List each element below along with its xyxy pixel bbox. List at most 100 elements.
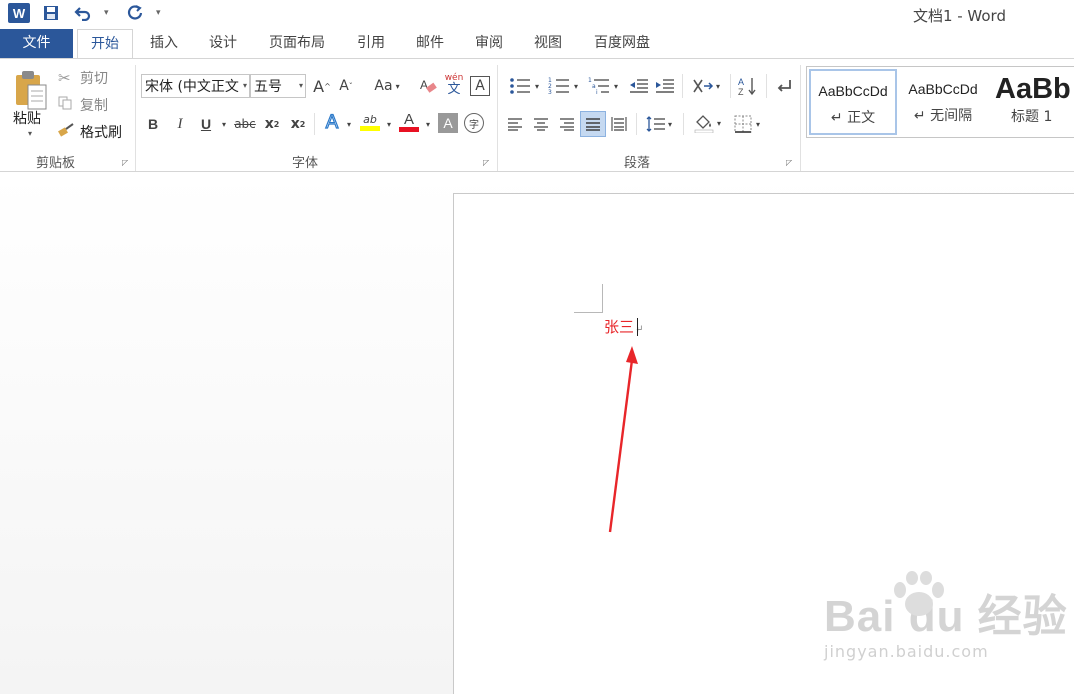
shrink-font-icon[interactable]: Aˇ: [336, 76, 356, 96]
undo-icon[interactable]: [72, 3, 94, 23]
superscript-button[interactable]: x2: [288, 113, 308, 135]
tab-review[interactable]: 审阅: [466, 29, 512, 58]
margin-corner-mark: [574, 312, 603, 313]
multilevel-list-button[interactable]: 1ai ▾: [583, 74, 623, 98]
font-color-bar: [399, 127, 419, 132]
group-divider: [135, 65, 136, 171]
font-name-select[interactable]: 宋体 (中文正文 ▾: [141, 74, 250, 98]
align-center-icon[interactable]: [530, 113, 552, 135]
increase-indent-icon[interactable]: [654, 76, 676, 96]
tab-design[interactable]: 设计: [200, 29, 246, 58]
font-color-icon[interactable]: A: [397, 109, 421, 135]
text-direction-button[interactable]: ▾: [688, 74, 724, 98]
styles-gallery: AaBbCcDd ↵ 正文 AaBbCcDd ↵ 无间隔 AaBb 标题 1: [806, 66, 1074, 138]
sort-icon[interactable]: AZ: [736, 74, 760, 98]
bullets-button[interactable]: ▾: [504, 74, 544, 98]
tab-page-layout[interactable]: 页面布局: [259, 29, 335, 58]
format-painter-icon: [58, 123, 78, 141]
group-divider: [800, 65, 801, 171]
title-bar: W ▾ ▾ 文档1 - Word: [0, 0, 1074, 28]
phonetic-guide-icon[interactable]: wén 文: [443, 72, 465, 98]
save-icon[interactable]: [40, 3, 62, 23]
character-shading-icon[interactable]: A: [438, 113, 458, 133]
paste-dropdown-icon[interactable]: ▾: [28, 129, 32, 138]
highlight-dropdown-icon[interactable]: ▾: [383, 113, 395, 135]
bullets-icon: [510, 78, 530, 94]
subscript-button[interactable]: x2: [262, 113, 282, 135]
align-right-icon[interactable]: [556, 113, 578, 135]
tab-view[interactable]: 视图: [525, 29, 571, 58]
shading-button[interactable]: ▾: [689, 111, 725, 135]
text-cursor: [637, 318, 638, 336]
tab-references[interactable]: 引用: [348, 29, 394, 58]
borders-icon: [734, 115, 752, 133]
divider: [636, 113, 637, 135]
scissors-icon: ✂: [58, 69, 71, 87]
redo-icon[interactable]: [124, 3, 146, 23]
document-text-content[interactable]: 张三: [604, 318, 634, 336]
svg-text:Z: Z: [738, 87, 744, 96]
cut-button[interactable]: ✂ 剪切: [58, 68, 108, 88]
svg-text:A: A: [738, 77, 744, 87]
undo-dropdown-icon[interactable]: ▾: [104, 8, 114, 18]
font-color-label: A: [403, 111, 414, 128]
customize-qat-icon[interactable]: ▾: [156, 8, 166, 18]
highlight-icon[interactable]: ab: [358, 109, 382, 135]
divider: [766, 74, 767, 98]
font-color-dropdown-icon[interactable]: ▾: [422, 113, 434, 135]
copy-icon: [58, 96, 78, 114]
clipboard-group-label: 剪贴板: [36, 156, 76, 171]
paint-bucket-icon: [694, 115, 714, 133]
paragraph-launcher-icon[interactable]: ◸: [786, 158, 792, 167]
clear-formatting-icon[interactable]: A: [418, 76, 438, 96]
justify-icon[interactable]: [580, 111, 606, 137]
enclose-characters-icon[interactable]: 字: [464, 113, 484, 133]
numbering-button[interactable]: 123 ▾: [543, 74, 583, 98]
underline-button[interactable]: U: [196, 113, 216, 135]
tab-file[interactable]: 文件: [0, 29, 73, 58]
paragraph-group-label: 段落: [624, 156, 651, 171]
borders-button[interactable]: ▾: [729, 113, 765, 135]
style-name: 标题 1: [1011, 109, 1053, 125]
font-launcher-icon[interactable]: ◸: [483, 158, 489, 167]
tab-insert[interactable]: 插入: [141, 29, 187, 58]
chevron-down-icon: ▾: [298, 81, 303, 90]
svg-text:i: i: [596, 89, 598, 95]
copy-button[interactable]: 复制: [58, 95, 108, 115]
align-left-icon[interactable]: [504, 113, 526, 135]
italic-button[interactable]: I: [170, 113, 190, 135]
show-hide-marks-icon[interactable]: [772, 74, 796, 98]
style-normal[interactable]: AaBbCcDd ↵ 正文: [809, 69, 897, 135]
tab-baidu-netdisk[interactable]: 百度网盘: [584, 29, 660, 58]
margin-corner-mark: [602, 284, 603, 313]
svg-text:A: A: [420, 78, 428, 92]
distributed-icon[interactable]: [608, 113, 630, 135]
character-border-icon[interactable]: A: [470, 76, 490, 96]
divider: [683, 113, 684, 135]
tab-mailings[interactable]: 邮件: [407, 29, 453, 58]
phonetic-char: 文: [447, 82, 461, 97]
font-size-select[interactable]: 五号 ▾: [250, 74, 306, 98]
tab-home[interactable]: 开始: [77, 29, 133, 59]
paste-label[interactable]: 粘贴: [13, 108, 41, 128]
style-name: ↵ 正文: [830, 110, 876, 126]
word-app-icon[interactable]: W: [8, 3, 30, 23]
clipboard-launcher-icon[interactable]: ◸: [122, 158, 128, 167]
underline-dropdown-icon[interactable]: ▾: [218, 113, 230, 135]
copy-label: 复制: [80, 98, 108, 114]
style-no-spacing[interactable]: AaBbCcDd ↵ 无间隔: [899, 69, 987, 135]
format-painter-button[interactable]: 格式刷: [58, 122, 122, 142]
watermark-url: jingyan.baidu.com: [824, 642, 989, 661]
decrease-indent-icon[interactable]: [628, 76, 650, 96]
quick-access-toolbar: W ▾ ▾: [8, 3, 166, 23]
strikethrough-button[interactable]: abc: [233, 113, 257, 135]
grow-font-icon[interactable]: A ^: [312, 76, 332, 96]
bold-button[interactable]: B: [143, 113, 163, 135]
style-heading-1[interactable]: AaBb 标题 1: [989, 69, 1074, 135]
svg-text:3: 3: [548, 89, 552, 95]
change-case-button[interactable]: Aa ▾: [370, 76, 404, 96]
line-spacing-button[interactable]: ▾: [641, 113, 677, 135]
text-effects-icon[interactable]: A: [322, 111, 342, 135]
paw-icon: [894, 571, 944, 616]
text-effects-dropdown-icon[interactable]: ▾: [343, 113, 355, 135]
